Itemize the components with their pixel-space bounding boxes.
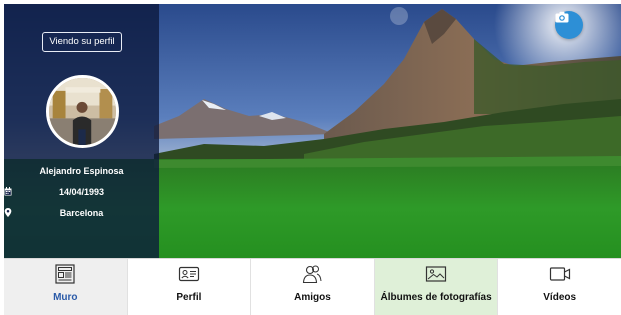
- user-name: Alejandro Espinosa: [39, 166, 124, 176]
- location-text: Barcelona: [59, 208, 104, 218]
- location-line: Barcelona: [4, 208, 159, 218]
- map-marker-icon: [4, 208, 12, 217]
- avatar-photo: [49, 78, 116, 145]
- profile-tabs: Muro Perfil Amigos Álbumes de fotografía…: [4, 258, 621, 315]
- tab-label: Amigos: [294, 292, 331, 303]
- tab-friends[interactable]: Amigos: [251, 259, 375, 315]
- newspaper-icon: [55, 264, 75, 284]
- tab-wall[interactable]: Muro: [4, 259, 128, 315]
- tab-label: Vídeos: [543, 292, 577, 303]
- tab-label: Muro: [53, 292, 78, 303]
- change-cover-photo-button[interactable]: [555, 11, 583, 39]
- profile-side-panel: Viendo su perfil Alejandro Espinosa 14/0…: [4, 4, 159, 258]
- tab-photo-albums[interactable]: Álbumes de fotografías: [374, 259, 499, 315]
- cover-photo: Viendo su perfil Alejandro Espinosa 14/0…: [4, 4, 621, 258]
- tab-label: Álbumes de fotografías: [380, 292, 492, 303]
- view-profile-button[interactable]: Viendo su perfil: [42, 32, 122, 52]
- tab-profile[interactable]: Perfil: [127, 259, 252, 315]
- video-camera-icon: [549, 267, 570, 281]
- friends-icon: [303, 265, 322, 284]
- id-card-icon: [178, 266, 199, 282]
- avatar[interactable]: [46, 75, 119, 148]
- calendar-icon: [4, 187, 12, 196]
- tab-label: Perfil: [176, 292, 202, 303]
- camera-icon: [555, 11, 569, 23]
- birthdate-line: 14/04/1993: [4, 187, 159, 197]
- tab-videos[interactable]: Vídeos: [498, 259, 621, 315]
- birthdate-text: 14/04/1993: [58, 187, 105, 197]
- picture-icon: [425, 266, 447, 282]
